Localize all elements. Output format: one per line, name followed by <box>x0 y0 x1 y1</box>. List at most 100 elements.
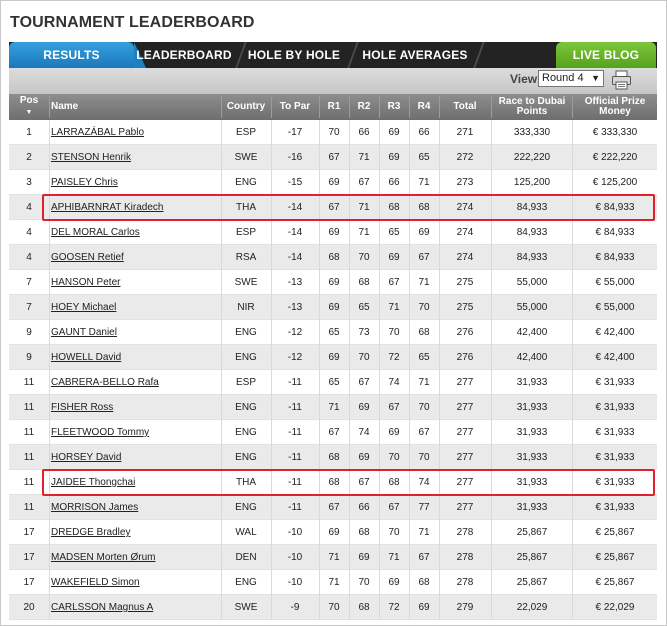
cell-r2: 70 <box>358 577 370 588</box>
cell-race: 333,330 <box>513 127 551 138</box>
cell-r3: 72 <box>388 352 400 363</box>
cell-r2: 70 <box>358 252 370 263</box>
cell-race: 31,933 <box>516 377 548 388</box>
player-name-link[interactable]: HORSEY David <box>51 445 221 470</box>
cell-total: 277 <box>456 452 474 463</box>
cell-country: ENG <box>235 177 257 188</box>
cell-total: 276 <box>456 352 474 363</box>
cell-to-par: -16 <box>287 152 303 163</box>
cell-r2: 69 <box>358 552 370 563</box>
tab-results[interactable]: RESULTS <box>9 42 146 68</box>
player-name-link[interactable]: PAISLEY Chris <box>51 170 221 195</box>
cell-r4: 71 <box>418 277 430 288</box>
player-name-link[interactable]: JAIDEE Thongchai <box>51 470 221 495</box>
cell-prize: € 31,933 <box>595 377 635 388</box>
col-name[interactable]: Name <box>51 94 221 120</box>
col-prize-money[interactable]: Official Prize Money <box>573 94 657 120</box>
player-name-link[interactable]: HOWELL David <box>51 345 221 370</box>
cell-r3: 67 <box>388 402 400 413</box>
cell-r4: 67 <box>418 427 430 438</box>
live-blog-tab[interactable]: LIVE BLOG <box>556 42 656 68</box>
table-row: 1 LARRAZÁBAL Pablo ESP -17 70 66 69 66 271 333,33… <box>9 120 657 145</box>
tab-hole-averages[interactable]: HOLE AVERAGES <box>360 42 470 68</box>
cell-r1: 70 <box>328 127 340 138</box>
player-name-link[interactable]: HANSON Peter <box>51 270 221 295</box>
cell-r4: 70 <box>418 302 430 313</box>
player-name-link[interactable]: GOOSEN Retief <box>51 245 221 270</box>
player-name-link[interactable]: FISHER Ross <box>51 395 221 420</box>
player-name-link[interactable]: CARLSSON Magnus A <box>51 595 221 620</box>
cell-country: ENG <box>235 502 257 513</box>
cell-r2: 66 <box>358 502 370 513</box>
cell-total: 274 <box>456 202 474 213</box>
cell-r2: 66 <box>358 127 370 138</box>
cell-r4: 68 <box>418 577 430 588</box>
tab-leaderboard[interactable]: LEADERBOARD <box>136 42 232 68</box>
tab-hole-by-hole[interactable]: HOLE BY HOLE <box>246 42 342 68</box>
cell-r3: 70 <box>388 527 400 538</box>
player-name-link[interactable]: APHIBARNRAT Kiradech <box>51 195 221 220</box>
cell-r4: 65 <box>418 352 430 363</box>
cell-r1: 71 <box>328 402 340 413</box>
player-name-link[interactable]: STENSON Henrik <box>51 145 221 170</box>
cell-prize: € 25,867 <box>595 552 635 563</box>
cell-to-par: -14 <box>287 252 303 263</box>
col-country[interactable]: Country <box>221 94 271 120</box>
col-r4[interactable]: R4 <box>409 94 439 120</box>
cell-prize: € 84,933 <box>595 252 635 263</box>
player-name-link[interactable]: WAKEFIELD Simon <box>51 570 221 595</box>
cell-r4: 74 <box>418 477 430 488</box>
cell-r2: 68 <box>358 527 370 538</box>
cell-prize: € 31,933 <box>595 402 635 413</box>
col-total[interactable]: Total <box>439 94 491 120</box>
player-name-link[interactable]: MADSEN Morten Ørum <box>51 545 221 570</box>
cell-total: 278 <box>456 552 474 563</box>
player-name-link[interactable]: HOEY Michael <box>51 295 221 320</box>
cell-r2: 65 <box>358 302 370 313</box>
cell-total: 274 <box>456 227 474 238</box>
cell-r3: 71 <box>388 552 400 563</box>
cell-total: 277 <box>456 502 474 513</box>
table-row: 17 WAKEFIELD Simon ENG -10 71 70 69 68 278 25,867… <box>9 570 657 595</box>
player-name-link[interactable]: GAUNT Daniel <box>51 320 221 345</box>
table-row: 7 HANSON Peter SWE -13 69 68 67 71 275 55,000 € 55… <box>9 270 657 295</box>
cell-race: 55,000 <box>516 277 548 288</box>
cell-prize: € 84,933 <box>595 202 635 213</box>
cell-pos: 11 <box>23 377 35 388</box>
player-name-link[interactable]: LARRAZÁBAL Pablo <box>51 120 221 145</box>
player-name-link[interactable]: MORRISON James <box>51 495 221 520</box>
col-r3[interactable]: R3 <box>379 94 409 120</box>
cell-r2: 67 <box>358 477 370 488</box>
cell-r2: 67 <box>358 177 370 188</box>
cell-to-par: -11 <box>288 427 302 438</box>
round-select-value: Round 4 <box>542 72 584 84</box>
cell-to-par: -10 <box>287 552 303 563</box>
cell-total: 278 <box>456 577 474 588</box>
cell-r4: 70 <box>418 402 430 413</box>
cell-r3: 69 <box>388 427 400 438</box>
cell-pos: 4 <box>26 252 32 263</box>
cell-country: THA <box>236 477 256 488</box>
col-to-par[interactable]: To Par <box>271 94 319 120</box>
cell-race: 84,933 <box>516 252 548 263</box>
round-select[interactable]: Round 4 ▼ <box>538 70 604 87</box>
cell-prize: € 42,400 <box>595 327 635 338</box>
table-header: Pos ▼ Name Country To Par R1 R2 R3 R4 To… <box>9 94 657 120</box>
player-name-link[interactable]: FLEETWOOD Tommy <box>51 420 221 445</box>
cell-r3: 66 <box>388 177 400 188</box>
player-name-link[interactable]: DEL MORAL Carlos <box>51 220 221 245</box>
cell-pos: 2 <box>26 152 32 163</box>
player-name-link[interactable]: CABRERA-BELLO Rafa <box>51 370 221 395</box>
cell-to-par: -11 <box>288 377 302 388</box>
col-r2[interactable]: R2 <box>349 94 379 120</box>
col-r1[interactable]: R1 <box>319 94 349 120</box>
player-name-link[interactable]: DREDGE Bradley <box>51 520 221 545</box>
cell-r3: 70 <box>388 327 400 338</box>
cell-r3: 68 <box>388 477 400 488</box>
cell-total: 275 <box>456 302 474 313</box>
cell-prize: € 25,867 <box>595 527 635 538</box>
print-icon[interactable] <box>611 70 632 90</box>
cell-r2: 67 <box>358 377 370 388</box>
col-pos[interactable]: Pos ▼ <box>9 94 49 120</box>
col-race-to-dubai[interactable]: Race to Dubai Points <box>492 94 572 120</box>
